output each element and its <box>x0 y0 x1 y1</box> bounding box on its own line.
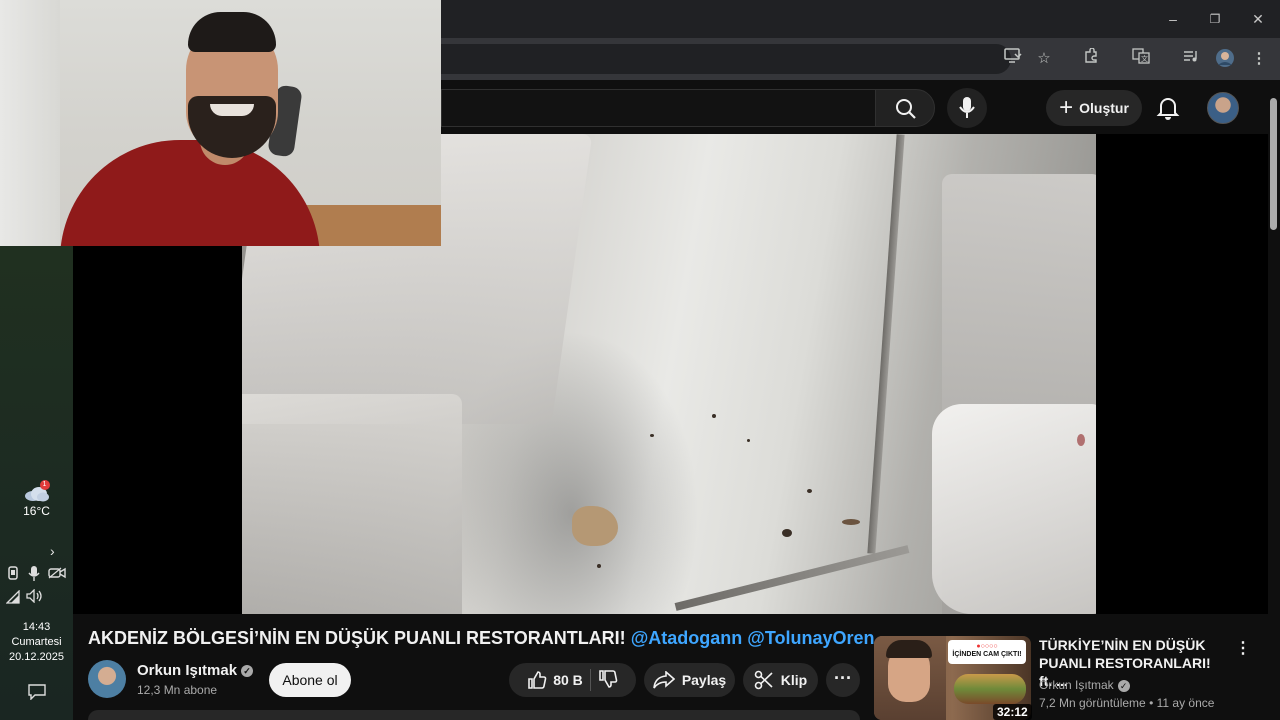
video-title-text: AKDENİZ BÖLGESİ’NİN EN DÜŞÜK PUANLI REST… <box>88 628 626 648</box>
search-button[interactable] <box>875 89 935 127</box>
thumbs-down-icon <box>598 669 618 688</box>
video-content <box>747 439 750 442</box>
voice-search-button[interactable] <box>947 88 987 128</box>
like-dislike-group: 80 B <box>509 663 636 697</box>
chevron-right-icon[interactable]: › <box>50 543 55 559</box>
microphone-icon[interactable] <box>28 566 40 584</box>
clock-time: 14:43 <box>22 621 51 633</box>
scrollbar-thumb[interactable] <box>1270 98 1277 230</box>
cloud-icon: 1 <box>24 480 50 502</box>
clip-label: Klip <box>780 672 808 688</box>
taskbar-clock[interactable]: 14:43 Cumartesi 20.12.2025 <box>0 620 73 665</box>
clock-day: Cumartesi <box>11 636 62 648</box>
create-button[interactable]: + Oluştur <box>1046 90 1142 126</box>
video-content <box>842 519 860 525</box>
webcam-content <box>0 0 60 246</box>
suggested-channel-name[interactable]: Orkun Işıtmak ✓ <box>1039 678 1130 692</box>
notification-icon[interactable] <box>28 684 46 705</box>
restore-button[interactable]: ❐ <box>1200 8 1230 30</box>
rating-dots: ●○○○○ <box>976 643 998 650</box>
minimize-button[interactable]: – <box>1158 8 1188 30</box>
profile-icon[interactable] <box>1214 48 1236 70</box>
subscriber-count: 12,3 Mn abone <box>137 683 218 697</box>
clock-date: 20.12.2025 <box>8 651 65 663</box>
search-input[interactable] <box>441 89 875 127</box>
taskbar-app-icon[interactable] <box>6 566 20 583</box>
like-count: 80 B <box>553 672 583 688</box>
suggested-menu-icon[interactable]: ⋮ <box>1234 638 1252 660</box>
plus-icon: + <box>1059 94 1074 121</box>
notifications-bell-icon[interactable] <box>1154 94 1182 122</box>
verified-icon: ✓ <box>1117 679 1130 692</box>
video-title: AKDENİZ BÖLGESİ’NİN EN DÜŞÜK PUANLI REST… <box>88 628 875 649</box>
volume-icon[interactable] <box>26 588 44 606</box>
webcam-content <box>300 205 441 246</box>
video-content <box>782 529 792 537</box>
webcam-overlay <box>0 0 441 246</box>
weather-widget[interactable]: 1 16°C <box>0 480 73 518</box>
account-avatar[interactable] <box>1207 92 1239 124</box>
description-box[interactable] <box>88 710 860 720</box>
channel-name[interactable]: Orkun Işıtmak ✓ <box>137 662 254 679</box>
dislike-button[interactable] <box>598 669 618 692</box>
video-duration: 32:12 <box>993 704 1032 720</box>
divider <box>589 669 591 691</box>
video-content <box>597 564 601 568</box>
create-label: Oluştur <box>1079 100 1129 116</box>
webcam-content <box>210 104 254 116</box>
browser-titlebar <box>441 0 1280 38</box>
thumbs-up-icon <box>528 671 547 689</box>
share-button[interactable]: Paylaş <box>644 663 735 697</box>
share-label: Paylaş <box>681 672 727 688</box>
address-bar[interactable] <box>441 44 1011 74</box>
video-content <box>1077 434 1085 446</box>
browser-menu-icon[interactable]: ⋮ <box>1248 48 1270 70</box>
thumbnail-content <box>954 674 1026 704</box>
channel-name-text: Orkun Işıtmak <box>137 662 238 679</box>
search-icon <box>896 99 916 119</box>
video-content <box>867 134 905 554</box>
microphone-icon <box>959 97 975 118</box>
video-content <box>242 394 462 614</box>
suggested-channel-text: Orkun Işıtmak <box>1039 678 1114 692</box>
thumbnail-caption: ●○○○○ İÇİNDEN CAM ÇIKTI! <box>948 640 1026 664</box>
bookmark-star-icon[interactable]: ☆ <box>1033 48 1055 70</box>
translate-icon[interactable]: 文 <box>1130 48 1152 70</box>
more-actions-button[interactable]: ··· <box>826 663 860 697</box>
scissors-icon <box>754 670 773 690</box>
weather-badge: 1 <box>39 480 50 490</box>
video-content <box>932 404 1096 614</box>
camera-off-icon[interactable] <box>48 567 66 582</box>
video-content <box>674 545 910 611</box>
mention-link[interactable]: @TolunayOren <box>747 628 874 648</box>
subscribe-button[interactable]: Abone ol <box>269 663 351 697</box>
thumbnail-content <box>886 640 932 658</box>
video-content <box>650 434 654 437</box>
mention-link[interactable]: @Atadogann <box>631 628 743 648</box>
video-content <box>712 414 716 418</box>
channel-avatar[interactable] <box>88 660 126 698</box>
thumbnail-caption-text: İÇİNDEN CAM ÇIKTI! <box>952 651 1022 658</box>
svg-text:文: 文 <box>1141 54 1148 63</box>
video-content <box>572 506 618 546</box>
webcam-content <box>188 12 276 52</box>
clip-button[interactable]: Klip <box>743 663 818 697</box>
weather-temp: 16°C <box>23 504 50 518</box>
share-icon <box>653 671 675 689</box>
close-button[interactable]: ✕ <box>1243 8 1273 30</box>
wifi-icon[interactable] <box>5 589 20 607</box>
video-content <box>807 489 812 493</box>
verified-icon: ✓ <box>241 665 254 678</box>
media-controls-icon[interactable] <box>1180 48 1202 70</box>
install-app-icon[interactable] <box>1002 48 1024 70</box>
extensions-icon[interactable] <box>1080 47 1102 70</box>
suggested-video-meta: 7,2 Mn görüntüleme • 11 ay önce <box>1039 696 1215 710</box>
like-button[interactable]: 80 B <box>527 670 583 690</box>
